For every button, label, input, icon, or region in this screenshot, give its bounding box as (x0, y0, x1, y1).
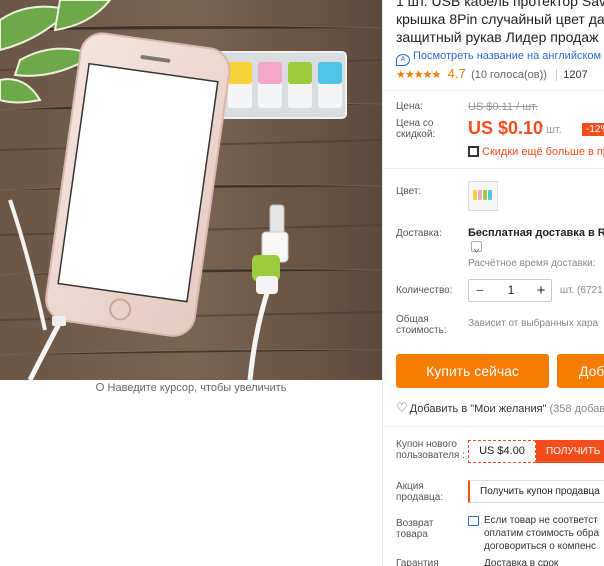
stock-count: шт. (6721 (560, 285, 603, 296)
app-discount-link[interactable]: Скидки ещё больше в пр (468, 146, 604, 158)
panel-divider (382, 0, 383, 566)
color-swatch-thumbnail (473, 190, 492, 200)
section-divider (382, 426, 604, 427)
add-to-cart-button[interactable]: Доб (557, 354, 604, 388)
new-user-coupon: US $4.00 ПОЛУЧИТЬ (468, 440, 604, 463)
buy-now-button[interactable]: Купить сейчас (396, 354, 549, 388)
delivery-label: Доставка: (396, 228, 442, 239)
return-policy-line: договориться о компенс (484, 541, 597, 552)
price-label: Цена: (396, 101, 423, 112)
guarantee-text: Доставка в срок (484, 558, 559, 566)
delivery-option[interactable]: Бесплатная доставка в Rus (468, 227, 604, 239)
color-label: Цвет: (396, 186, 422, 197)
discount-price-label-line: скидкой: (396, 129, 436, 140)
guarantee-label: Гарантия (396, 558, 439, 566)
return-policy-text: Если товар не соответст оплатим стоимост… (484, 514, 599, 553)
discount-badge: -12% (582, 123, 604, 136)
quantity-decrement-button[interactable]: − (469, 280, 491, 301)
return-policy-label: Возврат товара (396, 518, 434, 540)
translate-icon: A (396, 54, 410, 66)
magnifier-icon (95, 383, 104, 391)
translate-link[interactable]: A Посмотреть название на английском (396, 50, 601, 66)
orders-count: 1207 (556, 69, 588, 81)
quantity-increment-button[interactable]: + (531, 280, 551, 301)
rating-stars-icon: ★★★★★ (396, 69, 441, 81)
section-divider (382, 168, 604, 169)
product-image[interactable] (0, 0, 382, 380)
product-title-line: крышка 8Pin случайный цвет данн (396, 11, 604, 27)
coupon-amount: US $4.00 (468, 440, 536, 463)
product-info-panel: 1 шт. USB кабель протектор Saver U крышк… (382, 0, 604, 566)
rating-value: 4.7 (447, 66, 466, 81)
section-divider (382, 90, 604, 91)
total-cost-label: Общая стоимость: (396, 314, 447, 336)
seller-coupon-button[interactable]: Получить купон продавца (468, 480, 604, 503)
product-photo-illustration (0, 0, 382, 380)
original-price: US $0.11 / шт. (468, 101, 538, 113)
zoom-hint-text: Наведите курсор, чтобы увеличить (107, 382, 287, 394)
rating-count-link[interactable]: (10 голоса(ов)) (471, 69, 547, 81)
product-title-line: 1 шт. USB кабель протектор Saver U (396, 0, 604, 9)
product-title-line: защитный рукав Лидер продаж (396, 29, 599, 45)
return-policy-icon (468, 516, 479, 526)
total-cost-label-line: стоимость: (396, 325, 447, 336)
translate-link-text: Посмотреть название на английском (413, 50, 602, 62)
get-coupon-button[interactable]: ПОЛУЧИТЬ (536, 440, 604, 463)
delivery-dropdown-chevron-icon[interactable] (471, 241, 482, 253)
wishlist-link[interactable]: ♡ Добавить в "Мои желания" (358 добав (396, 400, 604, 416)
quantity-label: Количество: (396, 285, 453, 296)
return-policy-line: оплатим стоимость обра (484, 528, 600, 539)
rating-row: ★★★★★ 4.7 (10 голоса(ов)) 1207 (396, 66, 588, 81)
discount-price-label: Цена со скидкой: (396, 118, 435, 140)
new-user-coupon-label: Купон нового пользователя : (396, 439, 465, 461)
wishlist-count: (358 добав (549, 403, 604, 415)
return-policy-line: Если товар не соответст (484, 515, 598, 526)
total-cost-value: Зависит от выбранных хара (468, 318, 599, 329)
product-title: 1 шт. USB кабель протектор Saver U крышк… (396, 0, 604, 46)
heart-icon: ♡ (396, 400, 408, 415)
quantity-stepper: − 1 + (468, 279, 552, 302)
delivery-time: Расчётное время доставки: (468, 258, 596, 269)
total-cost-label-line: Общая (396, 314, 429, 325)
zoom-hint: Наведите курсор, чтобы увеличить (0, 382, 382, 394)
seller-promo-label: Акция продавца: (396, 481, 444, 503)
app-discount-text: Скидки ещё больше в пр (482, 146, 604, 158)
discount-price-label-line: Цена со (396, 118, 434, 129)
quantity-input[interactable]: 1 (491, 280, 531, 301)
qr-code-icon (468, 146, 479, 157)
wishlist-text: Добавить в "Мои желания" (409, 403, 547, 415)
discount-price: US $0.10 (468, 118, 544, 138)
color-option-swatch[interactable] (468, 181, 498, 211)
price-unit: / шт. (540, 124, 562, 136)
